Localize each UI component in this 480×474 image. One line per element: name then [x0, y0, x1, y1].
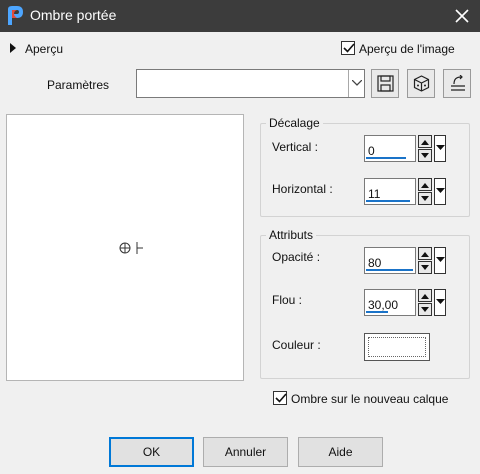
new-layer-checkbox[interactable]: [273, 391, 287, 405]
presets-combo[interactable]: [136, 69, 365, 98]
edit-preset-icon: [451, 75, 465, 91]
horizontal-decrement[interactable]: [418, 192, 432, 205]
blur-dropdown[interactable]: [434, 289, 446, 316]
color-swatch-inner: [368, 337, 426, 357]
blur-spinner[interactable]: [418, 289, 432, 316]
reset-icon: [413, 75, 430, 92]
vertical-dropdown[interactable]: [434, 135, 446, 162]
opacity-label: Opacité :: [272, 250, 321, 264]
vertical-label: Vertical :: [272, 140, 319, 154]
opacity-value: 80: [368, 256, 382, 270]
save-icon: [377, 75, 394, 92]
chevron-down-icon: [436, 299, 445, 304]
presets-label: Paramètres: [47, 78, 110, 92]
chevron-down-icon: [352, 80, 362, 86]
blur-increment[interactable]: [418, 289, 432, 302]
reset-preset-button[interactable]: [407, 69, 435, 98]
app-logo-icon: [8, 6, 23, 25]
horizontal-increment[interactable]: [418, 178, 432, 191]
chevron-down-icon: [436, 257, 445, 262]
vertical-input[interactable]: 0: [364, 135, 416, 162]
horizontal-value: 11: [368, 187, 381, 201]
checkmark-icon: [275, 393, 287, 403]
close-icon[interactable]: [452, 6, 472, 26]
color-swatch[interactable]: [364, 333, 430, 361]
blur-decrement[interactable]: [418, 303, 432, 316]
chevron-down-icon: [436, 145, 445, 150]
blur-input[interactable]: 30,00: [364, 289, 416, 316]
horizontal-label: Horizontal :: [272, 182, 333, 196]
title-bar: Ombre portée: [0, 0, 480, 32]
edit-preset-button[interactable]: [443, 69, 471, 98]
vertical-value: 0: [368, 144, 375, 158]
horizontal-spinner[interactable]: [418, 178, 432, 205]
ok-button[interactable]: OK: [109, 437, 194, 467]
presets-dropdown-button[interactable]: [348, 70, 364, 97]
arrow-up-icon: [421, 294, 429, 299]
arrow-down-icon: [421, 307, 429, 312]
horizontal-input[interactable]: 11: [364, 178, 416, 205]
image-preview-checkbox[interactable]: [341, 41, 355, 55]
offset-group-title: Décalage: [266, 116, 323, 130]
cancel-button[interactable]: Annuler: [203, 437, 288, 467]
vertical-increment[interactable]: [418, 135, 432, 148]
new-layer-label: Ombre sur le nouveau calque: [291, 392, 449, 406]
color-label: Couleur :: [272, 338, 321, 352]
horizontal-dropdown[interactable]: [434, 178, 446, 205]
opacity-increment[interactable]: [418, 247, 432, 260]
opacity-spinner[interactable]: [418, 247, 432, 274]
opacity-input[interactable]: 80: [364, 247, 416, 274]
help-button[interactable]: Aide: [298, 437, 383, 467]
save-preset-button[interactable]: [371, 69, 399, 98]
arrow-down-icon: [421, 153, 429, 158]
preview-area[interactable]: [6, 114, 244, 381]
opacity-decrement[interactable]: [418, 261, 432, 274]
opacity-dropdown[interactable]: [434, 247, 446, 274]
expand-arrow-icon[interactable]: [9, 43, 17, 53]
arrow-up-icon: [421, 140, 429, 145]
blur-label: Flou :: [272, 293, 303, 307]
blur-value: 30,00: [368, 298, 399, 312]
window-title: Ombre portée: [30, 7, 117, 23]
crosshair-icon: [119, 242, 143, 254]
chevron-down-icon: [436, 188, 445, 193]
vertical-spinner[interactable]: [418, 135, 432, 162]
checkmark-icon: [343, 43, 355, 53]
arrow-down-icon: [421, 265, 429, 270]
arrow-up-icon: [421, 252, 429, 257]
image-preview-label: Aperçu de l'image: [359, 42, 455, 56]
preview-section-label[interactable]: Aperçu: [25, 42, 63, 56]
attributes-group-title: Attributs: [266, 228, 317, 242]
arrow-down-icon: [421, 196, 429, 201]
vertical-decrement[interactable]: [418, 149, 432, 162]
arrow-up-icon: [421, 183, 429, 188]
